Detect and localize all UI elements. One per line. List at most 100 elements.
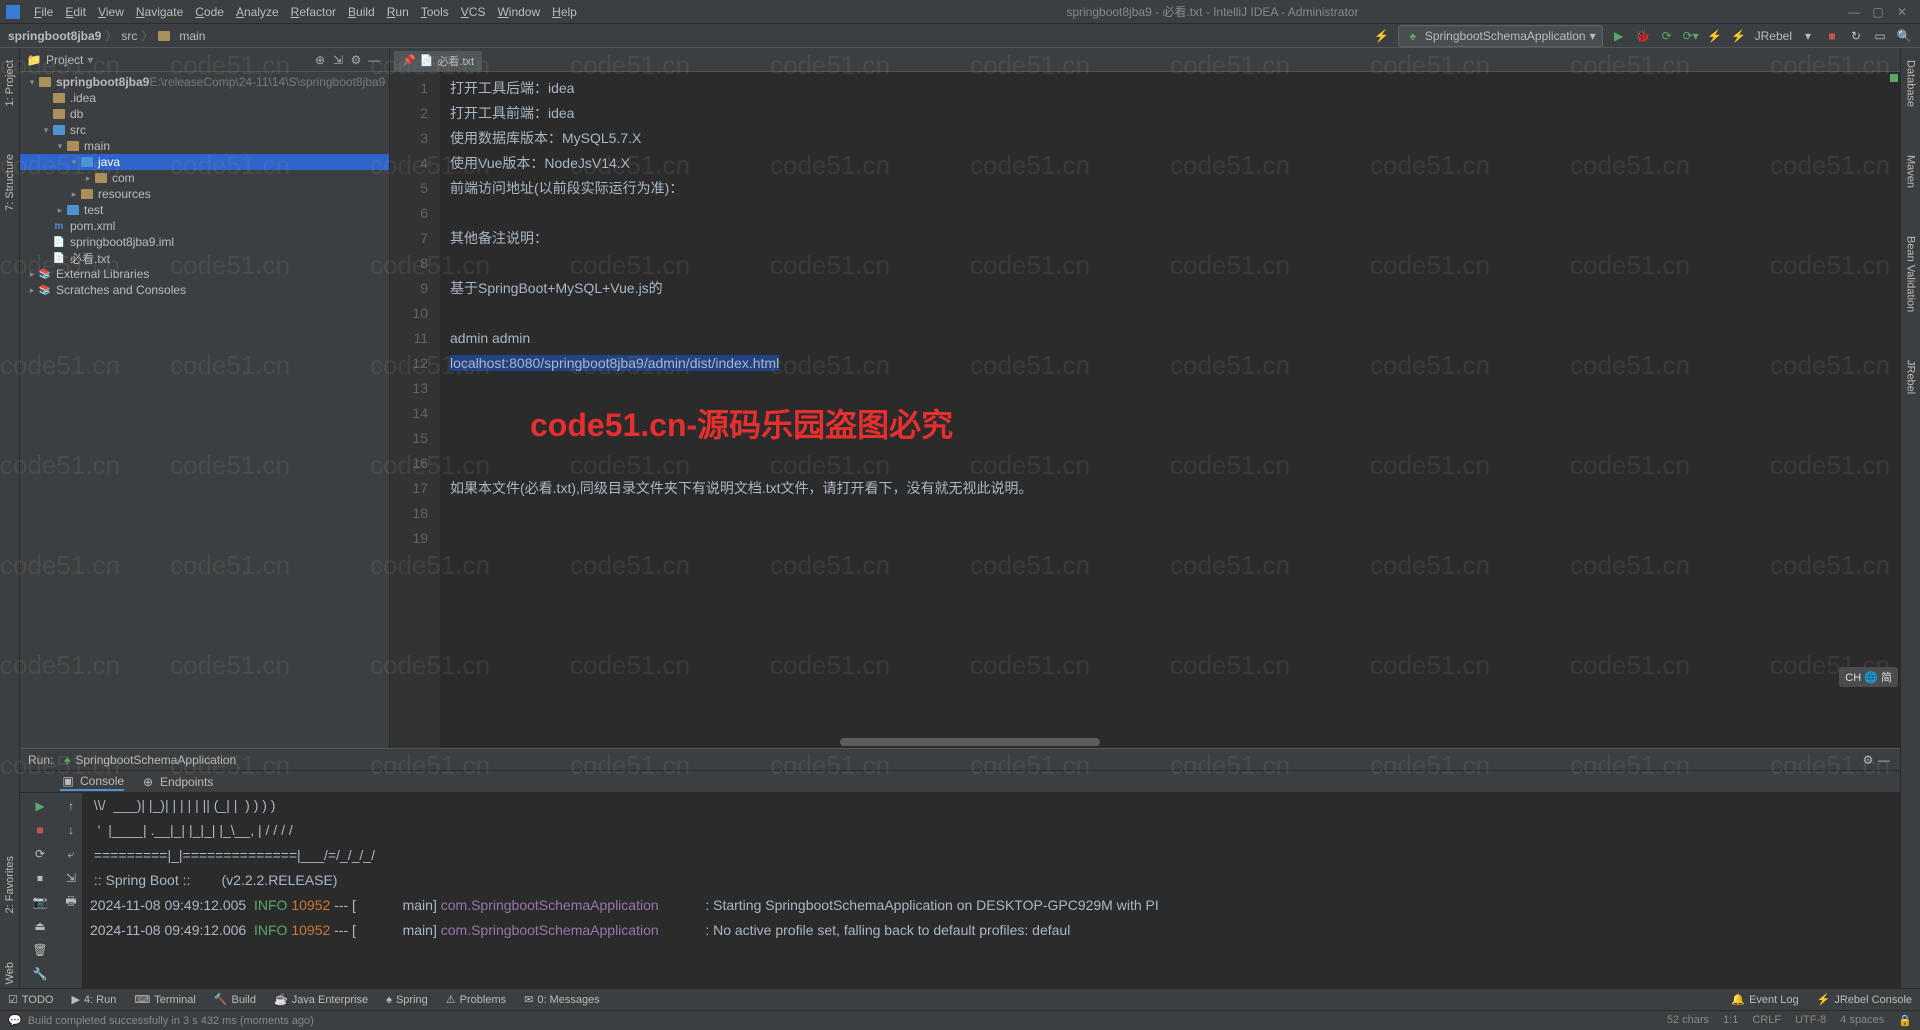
hide-panel-icon[interactable]: — bbox=[365, 53, 383, 67]
toolwin-event-log[interactable]: 🔔Event Log bbox=[1731, 993, 1798, 1006]
menu-run[interactable]: Run bbox=[381, 3, 415, 21]
run-config-name[interactable]: SpringbootSchemaApplication bbox=[75, 753, 236, 767]
tool-tab-structure[interactable]: 7: Structure bbox=[2, 150, 18, 215]
project-panel-title[interactable]: Project bbox=[46, 53, 83, 67]
menu-view[interactable]: View bbox=[92, 3, 130, 21]
scroll-to-end-button[interactable]: ⇲ bbox=[62, 869, 80, 887]
editor-tab[interactable]: 📌 📄 必看.txt bbox=[394, 51, 482, 71]
status-field[interactable]: UTF-8 bbox=[1795, 1014, 1826, 1027]
dump-threads-button[interactable]: 📷 bbox=[31, 893, 49, 911]
minimize-button[interactable]: — bbox=[1842, 5, 1866, 19]
run-settings-icon[interactable]: ⚙ bbox=[1860, 752, 1876, 768]
toolwin-0-messages[interactable]: ✉0: Messages bbox=[524, 993, 600, 1006]
maximize-button[interactable]: ▢ bbox=[1866, 5, 1890, 19]
close-window-button[interactable]: ✕ bbox=[1890, 5, 1914, 19]
tree-node[interactable]: ▾src bbox=[20, 122, 389, 138]
status-bubble-icon[interactable]: 💬 bbox=[8, 1014, 22, 1027]
bolt-icon[interactable]: ⚡ bbox=[1374, 28, 1390, 44]
menu-window[interactable]: Window bbox=[491, 3, 546, 21]
tree-node[interactable]: mpom.xml bbox=[20, 218, 389, 234]
horizontal-scrollbar[interactable] bbox=[840, 738, 1100, 746]
toolwin-todo[interactable]: ☑TODO bbox=[8, 993, 53, 1006]
project-tree[interactable]: ▾springboot8jba9 E:\releaseComp\24-11\14… bbox=[20, 72, 389, 748]
menu-help[interactable]: Help bbox=[546, 3, 583, 21]
menu-vcs[interactable]: VCS bbox=[455, 3, 492, 21]
scroll-up-button[interactable]: ↑ bbox=[62, 797, 80, 815]
rerun-button[interactable]: ▶ bbox=[31, 797, 49, 815]
tool-tab-web[interactable]: Web bbox=[2, 958, 18, 988]
tool-tab-jrebel[interactable]: JRebel bbox=[1903, 356, 1919, 398]
editor-content[interactable]: 打开工具后端：idea打开工具前端：idea使用数据库版本：MySQL5.7.X… bbox=[440, 72, 1900, 748]
breadcrumb[interactable]: springboot8jba9〉src〉main bbox=[8, 27, 205, 44]
run-button[interactable]: ▶ bbox=[1611, 28, 1627, 44]
stop-all-button[interactable]: ⏹ bbox=[31, 869, 49, 887]
menu-analyze[interactable]: Analyze bbox=[230, 3, 285, 21]
tool-tab-project[interactable]: 1: Project bbox=[2, 56, 18, 110]
menu-code[interactable]: Code bbox=[189, 3, 230, 21]
expand-all-icon[interactable]: ⇲ bbox=[329, 53, 347, 67]
tree-root[interactable]: ▾springboot8jba9 E:\releaseComp\24-11\14… bbox=[20, 74, 389, 90]
menu-navigate[interactable]: Navigate bbox=[130, 3, 189, 21]
tree-node[interactable]: ▾java bbox=[20, 154, 389, 170]
toolwin-problems[interactable]: ⚠Problems bbox=[446, 993, 506, 1006]
status-field[interactable]: 52 chars bbox=[1667, 1014, 1709, 1027]
breadcrumb-segment[interactable]: springboot8jba9 bbox=[8, 29, 101, 43]
tool-tab-favorites[interactable]: 2: Favorites bbox=[2, 852, 18, 917]
status-field[interactable]: CRLF bbox=[1752, 1014, 1781, 1027]
status-field[interactable]: 1:1 bbox=[1723, 1014, 1738, 1027]
toolwin-spring[interactable]: ♠Spring bbox=[386, 993, 428, 1006]
tree-node[interactable]: 📄springboot8jba9.iml bbox=[20, 234, 389, 250]
endpoints-tab[interactable]: ⊕ Endpoints bbox=[140, 774, 213, 790]
run-hide-icon[interactable]: — bbox=[1876, 752, 1892, 768]
coverage-button[interactable]: ⟳ bbox=[1659, 28, 1675, 44]
tree-node[interactable]: db bbox=[20, 106, 389, 122]
tree-node[interactable]: 📄必看.txt bbox=[20, 250, 389, 266]
exit-button[interactable]: ⏏ bbox=[31, 917, 49, 935]
toolwin-java-enterprise[interactable]: ☕Java Enterprise bbox=[274, 993, 368, 1006]
layout-button[interactable]: ▭ bbox=[1872, 28, 1888, 44]
update-button[interactable]: ↻ bbox=[1848, 28, 1864, 44]
jrebel-debug-icon[interactable]: ⚡ bbox=[1731, 28, 1747, 44]
run-config-selector[interactable]: ♠ SpringbootSchemaApplication ▾ bbox=[1398, 25, 1603, 47]
tree-node[interactable]: ▸📚Scratches and Consoles bbox=[20, 282, 389, 298]
breadcrumb-segment[interactable]: main bbox=[179, 29, 205, 43]
toolwin-build[interactable]: 🔨Build bbox=[214, 993, 256, 1006]
scroll-down-button[interactable]: ↓ bbox=[62, 821, 80, 839]
breadcrumb-segment[interactable]: src bbox=[121, 29, 137, 43]
tree-node[interactable]: ▸com bbox=[20, 170, 389, 186]
menu-refactor[interactable]: Refactor bbox=[285, 3, 342, 21]
stop-button[interactable]: ■ bbox=[31, 821, 49, 839]
profile-button[interactable]: ⟳▾ bbox=[1683, 28, 1699, 44]
tree-node[interactable]: ▾main bbox=[20, 138, 389, 154]
dropdown-arrow-icon[interactable]: ▾ bbox=[87, 53, 93, 67]
toolwin-4-run[interactable]: ▶4: Run bbox=[71, 993, 116, 1006]
stop-button[interactable]: ■ bbox=[1824, 28, 1840, 44]
tool-tab-bean-validation[interactable]: Bean Validation bbox=[1903, 232, 1919, 316]
menu-file[interactable]: File bbox=[28, 3, 59, 21]
tree-node[interactable]: ▸📚External Libraries bbox=[20, 266, 389, 282]
delete-button[interactable]: 🗑 bbox=[31, 941, 49, 959]
print-button[interactable]: 🖶 bbox=[62, 893, 80, 911]
debug-button[interactable]: 🐞 bbox=[1635, 28, 1651, 44]
menu-build[interactable]: Build bbox=[342, 3, 381, 21]
settings-gear-icon[interactable]: ⚙ bbox=[347, 53, 365, 67]
tree-node[interactable]: ▸test bbox=[20, 202, 389, 218]
soft-wrap-button[interactable]: ⤶ bbox=[62, 845, 80, 863]
locate-icon[interactable]: ⊕ bbox=[311, 53, 329, 67]
toolwin-terminal[interactable]: ⌨Terminal bbox=[134, 993, 195, 1006]
menu-edit[interactable]: Edit bbox=[59, 3, 92, 21]
toolwin-jrebel-console[interactable]: ⚡JRebel Console bbox=[1817, 993, 1912, 1006]
tree-node[interactable]: ▸resources bbox=[20, 186, 389, 202]
restart-button[interactable]: ⟳ bbox=[31, 845, 49, 863]
tree-node[interactable]: .idea bbox=[20, 90, 389, 106]
console-output[interactable]: \\/ ___)| |_)| | | | | || (_| | ) ) ) ) … bbox=[82, 793, 1900, 988]
menu-tools[interactable]: Tools bbox=[415, 3, 455, 21]
jrebel-run-icon[interactable]: ⚡ bbox=[1707, 28, 1723, 44]
search-everywhere-button[interactable]: 🔍 bbox=[1896, 28, 1912, 44]
tool-tab-maven[interactable]: Maven bbox=[1903, 151, 1919, 192]
pin-tab-button[interactable]: 🔧 bbox=[31, 965, 49, 983]
console-tab[interactable]: ▣ Console bbox=[60, 773, 124, 791]
tool-tab-database[interactable]: Database bbox=[1903, 56, 1919, 111]
lock-icon[interactable]: 🔒 bbox=[1898, 1014, 1912, 1027]
jrebel-settings-icon[interactable]: ▾ bbox=[1800, 28, 1816, 44]
